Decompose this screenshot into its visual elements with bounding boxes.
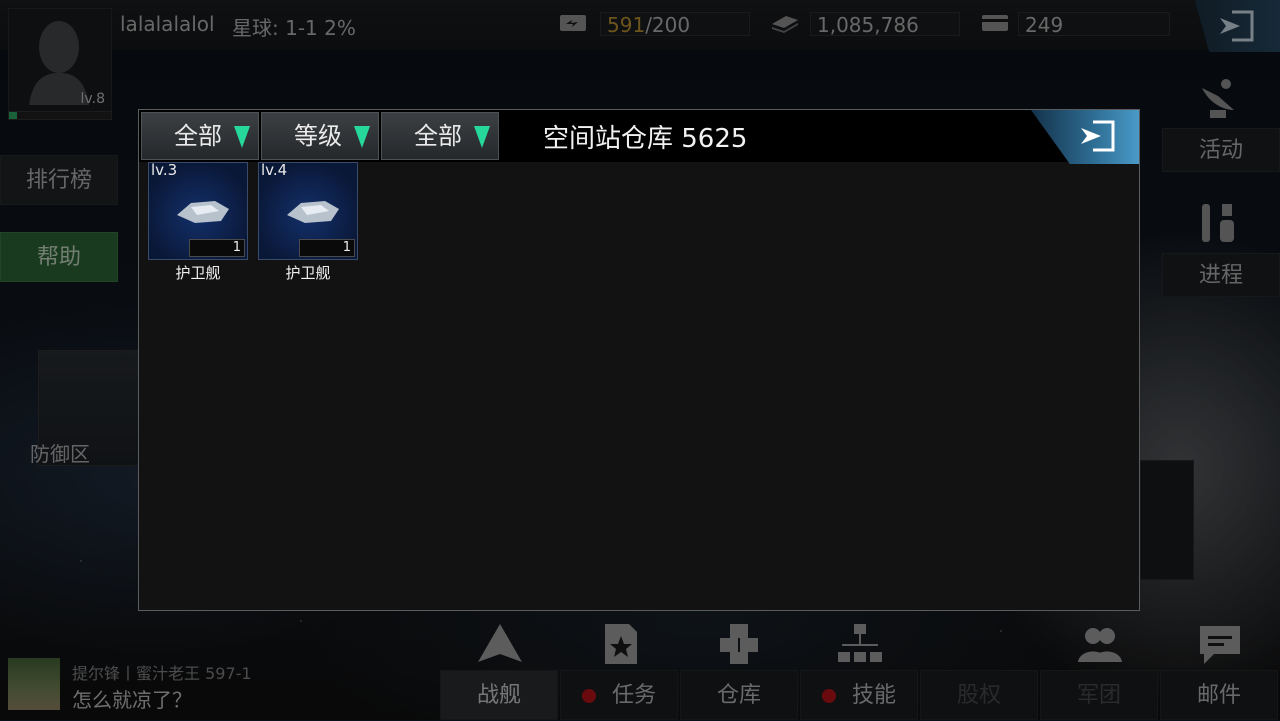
dropdown-arrow-icon [234, 126, 250, 148]
type-filter-dropdown[interactable]: 全部 [381, 112, 499, 160]
sort-filter-dropdown[interactable]: 等级 [261, 112, 379, 160]
item-count: 1 [299, 239, 355, 257]
sort-filter-label: 等级 [294, 122, 342, 150]
item-name: 护卫舰 [285, 264, 331, 282]
frigate-ship-icon [177, 201, 229, 223]
dropdown-arrow-icon [354, 126, 370, 148]
modal-title: 空间站仓库 5625 [543, 124, 748, 154]
exit-icon [1081, 120, 1115, 152]
item-thumbnail: lv.3 1 [148, 161, 248, 260]
item-count: 1 [189, 239, 245, 257]
category-filter-label: 全部 [174, 122, 222, 150]
item-name: 护卫舰 [175, 264, 221, 282]
category-filter-dropdown[interactable]: 全部 [141, 112, 259, 160]
dropdown-arrow-icon [474, 126, 490, 148]
item-thumbnail: lv.4 1 [258, 161, 358, 260]
space-station-warehouse-modal: 全部 等级 全部 空间站仓库 5625 lv.3 1 护卫舰 lv.4 1 护卫… [138, 109, 1140, 611]
item-level: lv.4 [261, 161, 288, 179]
item-level: lv.3 [151, 161, 178, 179]
type-filter-label: 全部 [414, 122, 462, 150]
frigate-ship-icon [287, 201, 339, 223]
